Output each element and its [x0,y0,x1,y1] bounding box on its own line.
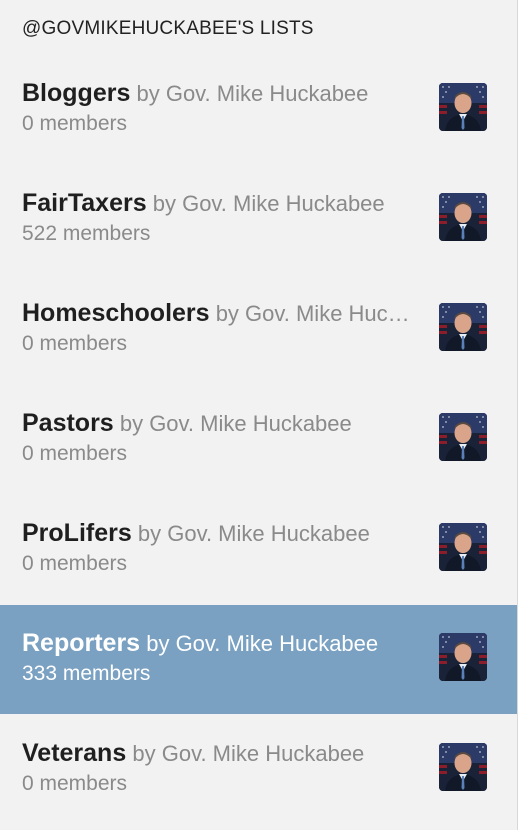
list-item-text: FairTaxers by Gov. Mike Huckabee 522 mem… [22,188,412,248]
list-item-veterans[interactable]: Veterans by Gov. Mike Huckabee 0 members [0,718,517,828]
member-count: 0 members [22,112,128,135]
owner-avatar[interactable] [439,303,487,351]
list-title-line: Pastors by Gov. Mike Huckabee [22,408,412,439]
owner-avatar[interactable] [439,743,487,791]
list-item-text: ProLifers by Gov. Mike Huckabee 0 member… [22,518,412,578]
list-item-text: Pastors by Gov. Mike Huckabee 0 members [22,408,412,468]
member-count: 333 members [22,662,151,685]
list-item-prolifers[interactable]: ProLifers by Gov. Mike Huckabee 0 member… [0,498,517,608]
member-count: 0 members [22,332,128,355]
list-item-bloggers[interactable]: Bloggers by Gov. Mike Huckabee 0 members [0,58,517,168]
panel-header: @GOVMIKEHUCKABEE'S LISTS [22,18,314,39]
member-count: 522 members [22,222,151,245]
list-name[interactable]: Pastors [22,409,114,437]
owner-avatar[interactable] [439,413,487,461]
owner-avatar[interactable] [439,633,487,681]
list-owner: by Gov. Mike Huckabee [152,191,385,216]
list-name[interactable]: Bloggers [22,79,130,107]
list-title-line: Veterans by Gov. Mike Huckabee [22,738,412,769]
list-title-line: Bloggers by Gov. Mike Huckabee [22,78,412,109]
list-item-reporters[interactable]: Reporters by Gov. Mike Huckabee 333 memb… [0,605,517,714]
list-owner: by Gov. Mike Huckabee [132,741,365,766]
list-item-homeschoolers[interactable]: Homeschoolers by Gov. Mike Huckabee 0 me… [0,278,517,388]
list-name[interactable]: Veterans [22,739,126,767]
list-name[interactable]: Homeschoolers [22,299,210,327]
owner-avatar[interactable] [439,193,487,241]
list-title-line: Reporters by Gov. Mike Huckabee [22,628,412,659]
list-item-text: Reporters by Gov. Mike Huckabee 333 memb… [22,628,412,688]
list-name[interactable]: Reporters [22,629,140,657]
list-owner: by Gov. Mike Huckabee [215,301,412,326]
owner-avatar[interactable] [439,83,487,131]
member-count: 0 members [22,552,128,575]
list-title-line: Homeschoolers by Gov. Mike Huckabee [22,298,412,329]
list-owner: by Gov. Mike Huckabee [119,411,352,436]
list-item-text: Veterans by Gov. Mike Huckabee 0 members [22,738,412,798]
member-count: 0 members [22,442,128,465]
list-item-pastors[interactable]: Pastors by Gov. Mike Huckabee 0 members [0,388,517,498]
list-owner: by Gov. Mike Huckabee [136,81,369,106]
list-name[interactable]: ProLifers [22,519,132,547]
list-item-text: Bloggers by Gov. Mike Huckabee 0 members [22,78,412,138]
lists-panel: @GOVMIKEHUCKABEE'S LISTS Bloggers by Gov… [0,0,518,830]
list-name[interactable]: FairTaxers [22,189,147,217]
list-owner: by Gov. Mike Huckabee [146,631,379,656]
member-count: 0 members [22,772,128,795]
list-owner: by Gov. Mike Huckabee [137,521,370,546]
list-item-fairtaxers[interactable]: FairTaxers by Gov. Mike Huckabee 522 mem… [0,168,517,278]
list-title-line: FairTaxers by Gov. Mike Huckabee [22,188,412,219]
list-item-text: Homeschoolers by Gov. Mike Huckabee 0 me… [22,298,412,358]
list-title-line: ProLifers by Gov. Mike Huckabee [22,518,412,549]
owner-avatar[interactable] [439,523,487,571]
